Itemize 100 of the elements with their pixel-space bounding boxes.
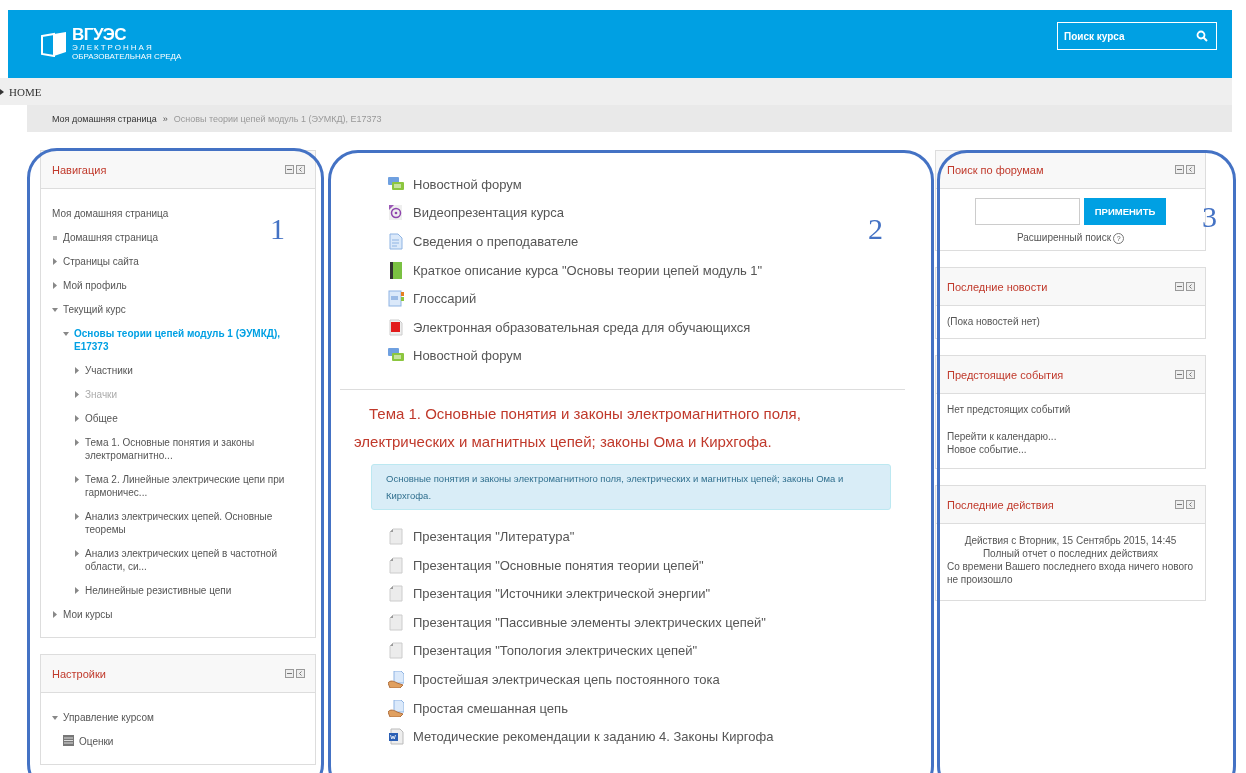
blank-file-icon — [388, 527, 404, 545]
activity-link[interactable]: Электронная образовательная среда для обучающихся — [413, 319, 751, 335]
tree-item[interactable]: Моя домашняя страница — [52, 207, 169, 220]
block-title: Последние действия — [947, 498, 1054, 511]
tree-item[interactable]: Нелинейные резистивные цепи — [85, 584, 232, 597]
block-title: Предстоящие события — [947, 368, 1064, 381]
activity-link[interactable]: Глоссарий — [413, 291, 477, 307]
collapse-icon[interactable] — [1175, 370, 1184, 380]
annotation-number: 1 — [270, 212, 285, 246]
advanced-search-link[interactable]: Расширенный поиск — [1016, 232, 1112, 243]
activity-link[interactable]: Видеопрезентация курса — [413, 205, 564, 221]
tree-item[interactable]: Мои курсы — [63, 608, 113, 621]
tree-item[interactable]: Управление курсом — [63, 711, 154, 724]
annotation-number: 2 — [868, 212, 883, 246]
caret-right-icon[interactable] — [74, 513, 80, 520]
section-title: Тема 1. Основные понятия и законы электромагнитного поля, электрических и магнитных цепей; законы Ома и Кирхгофа. — [353, 404, 802, 453]
caret-right-icon[interactable] — [74, 367, 80, 374]
document-icon — [388, 233, 404, 250]
search-input[interactable] — [974, 198, 1080, 225]
tree-item[interactable]: Оценки — [79, 735, 114, 748]
block-text: Нет предстоящих событий — [947, 403, 1072, 417]
activity-link[interactable]: Простейшая электрическая цепь постоянного тока — [413, 671, 720, 687]
caret-right-icon[interactable] — [74, 476, 80, 483]
caret-right-icon[interactable] — [74, 439, 80, 446]
logo-title: ВГУЭС — [72, 26, 128, 43]
caret-down-icon[interactable] — [63, 330, 69, 337]
activity-link[interactable]: Презентация "Пассивные элементы электрических цепей" — [413, 614, 766, 630]
caret-down-icon[interactable] — [52, 306, 58, 313]
book-icon — [388, 261, 404, 279]
section-summary: Основные понятия и законы электромагнитного поля, электрических и магнитных цепей; законы Ома и Кирхгофа. — [371, 464, 891, 511]
tree-item[interactable]: Домашняя страница — [63, 231, 159, 244]
collapse-icon[interactable] — [1175, 500, 1184, 510]
collapse-icon[interactable] — [1175, 282, 1184, 292]
dock-icon[interactable] — [296, 165, 305, 174]
activity-link[interactable]: Новостной форум — [413, 348, 522, 364]
pdf-file-icon — [388, 318, 404, 336]
home-link[interactable]: HOME — [9, 85, 42, 98]
book-logo-icon — [40, 30, 68, 57]
dock-icon[interactable] — [1186, 165, 1195, 174]
collapse-icon[interactable] — [1175, 165, 1184, 174]
dictionary-icon — [388, 290, 404, 308]
dock-icon[interactable] — [1186, 500, 1195, 510]
word-document-icon — [388, 728, 404, 746]
block-text: (Пока новостей нет) — [947, 315, 1041, 329]
block-link[interactable]: Перейти к календарю... — [947, 431, 1057, 443]
blank-file-icon — [388, 613, 404, 631]
activity-link[interactable]: Презентация "Топология электрических цепей" — [413, 643, 698, 659]
tree-item[interactable]: Страницы сайта — [63, 255, 139, 268]
logo-subtitle: ЭЛЕКТРОННАЯ — [72, 44, 155, 52]
activity-link[interactable]: Простая смешанная цепь — [413, 700, 568, 716]
block-text[interactable]: Полный отчет о последних действиях — [982, 548, 1159, 560]
block-title: Поиск по форумам — [947, 163, 1044, 176]
collapse-icon[interactable] — [285, 165, 294, 174]
tree-item[interactable]: Тема 1. Основные понятия и законы электромагнитно... — [85, 436, 304, 462]
blank-file-icon — [388, 642, 404, 660]
block-title: Последние новости — [947, 280, 1048, 293]
activity-link[interactable]: Методические рекомендации к заданию 4. Законы Киргофа — [413, 729, 774, 745]
annotation-number: 3 — [1202, 200, 1217, 234]
activity-link[interactable]: Краткое описание курса "Основы теории цепей модуль 1" — [413, 262, 763, 278]
blank-file-icon — [388, 556, 404, 574]
activity-link[interactable]: Презентация "Источники электрической энергии" — [413, 586, 711, 602]
document-on-hand-icon — [388, 670, 404, 688]
caret-right-icon[interactable] — [74, 415, 80, 422]
activity-link[interactable]: Презентация "Основные понятия теории цепей" — [413, 557, 704, 573]
activity-link[interactable]: Сведения о преподавателе — [413, 234, 579, 249]
caret-right-icon[interactable] — [52, 258, 58, 265]
tree-item[interactable]: Тема 2. Линейные электрические цепи при гармоничес... — [85, 473, 304, 499]
tree-item[interactable]: Текущий курс — [63, 303, 126, 316]
block-title: Навигация — [52, 163, 107, 176]
caret-right-icon[interactable] — [74, 550, 80, 557]
activity-link[interactable]: Новостной форум — [413, 176, 522, 192]
block-text: Действия с Вторник, 15 Сентябрь 2015, 14:45 — [964, 535, 1177, 547]
tree-item[interactable]: Общее — [85, 412, 118, 425]
caret-right-icon[interactable] — [52, 282, 58, 289]
tree-item[interactable]: Анализ электрических цепей в частотной области, си... — [85, 547, 304, 573]
tree-item[interactable]: Участники — [85, 364, 133, 377]
chat-bubbles-icon — [388, 175, 404, 193]
caret-right-icon[interactable] — [74, 587, 80, 594]
search-icon — [1196, 30, 1208, 42]
block-title: Настройки — [52, 667, 106, 680]
tree-item[interactable]: Мой профиль — [63, 279, 127, 292]
document-on-hand-icon — [388, 699, 404, 717]
tree-item[interactable]: Анализ электрических цепей. Основные теоремы — [85, 510, 304, 536]
bullet-icon — [52, 234, 58, 241]
dock-icon[interactable] — [1186, 282, 1195, 292]
dock-icon[interactable] — [296, 669, 305, 678]
caret-right-icon[interactable] — [52, 611, 58, 618]
activity-link[interactable]: Презентация "Литература" — [413, 528, 575, 544]
block-link[interactable]: Новое событие... — [947, 444, 1027, 456]
caret-right-icon[interactable] — [74, 391, 80, 398]
table-icon — [63, 735, 74, 746]
block-text: Со времени Вашего последнего входа ничего нового не произошло — [947, 560, 1194, 587]
breadcrumb-link[interactable]: Моя домашняя страница — [52, 113, 157, 124]
logo-subtitle: ОБРАЗОВАТЕЛЬНАЯ СРЕДА — [72, 53, 182, 61]
breadcrumb-separator: » — [162, 113, 168, 124]
caret-down-icon[interactable] — [52, 714, 58, 721]
dock-icon[interactable] — [1186, 370, 1195, 380]
film-reel-icon — [388, 204, 404, 222]
blank-file-icon — [388, 585, 404, 603]
collapse-icon[interactable] — [285, 669, 294, 678]
